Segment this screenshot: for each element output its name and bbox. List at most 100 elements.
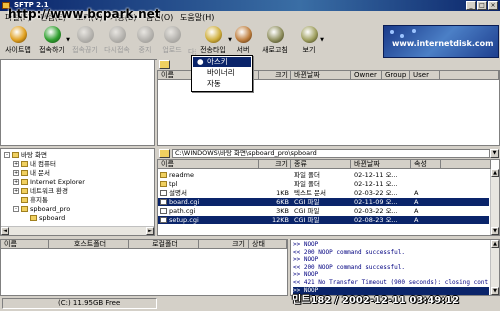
expand-icon[interactable]: + [13, 170, 19, 176]
local-col-attr[interactable]: 속성 [411, 160, 441, 169]
horizontal-scrollbar[interactable]: ◄ ► [1, 226, 154, 235]
queue-col-name[interactable]: 이름 [1, 240, 49, 249]
scroll-up-icon[interactable]: ▲ [491, 240, 499, 248]
vertical-scrollbar[interactable]: ▲ ▼ [490, 169, 499, 235]
tree-item-label: Internet Explorer [30, 178, 85, 186]
connect-button[interactable]: 접속하기 ▼ [36, 23, 70, 59]
file-date-cell: 02-03-22 오... [354, 189, 398, 197]
file-date-cell: 02-08-23 오... [354, 216, 398, 224]
log-pane[interactable]: >> NOOP << 200 NOOP command successful. >>… [290, 239, 500, 296]
local-col-type[interactable]: 종류 [291, 160, 351, 169]
folder-icon [160, 181, 167, 187]
remote-col-date[interactable]: 바뀐날짜 [291, 71, 351, 80]
local-col-size[interactable]: 크기 [259, 160, 291, 169]
collapse-icon[interactable]: - [13, 206, 19, 212]
collapse-icon[interactable]: - [4, 152, 10, 158]
file-type-cell: CGI 파일 [294, 207, 320, 215]
folder-icon [30, 215, 37, 221]
file-size-cell: 3KB [276, 207, 289, 215]
transfer-type-button[interactable]: 전송타입 ▼ [196, 23, 232, 59]
vertical-scrollbar[interactable]: ▲ ▼ [490, 240, 499, 295]
local-col-name[interactable]: 이름 [158, 160, 259, 169]
tree-item[interactable]: spboard [22, 214, 65, 222]
view-button[interactable]: 보기 ▼ [296, 23, 324, 59]
menu-help[interactable]: 도움말(H) [180, 12, 214, 23]
local-tree-pane[interactable]: - 바탕 화면 + 내 컴퓨터 + 내 문서 + Internet Explorer + 네트워크… [0, 148, 155, 236]
file-icon [160, 217, 167, 223]
transfer-type-ascii[interactable]: ● 아스키 [193, 57, 251, 67]
stop-button[interactable]: 중지 [134, 23, 156, 59]
transfer-queue[interactable]: 이름 호스트폴더 로컬폴더 크기 상태 [0, 239, 288, 296]
file-attr-cell: A [414, 207, 419, 215]
tree-item[interactable]: + 내 문서 [13, 169, 50, 177]
banner-ad[interactable]: www.internetdisk.com [383, 25, 499, 58]
maximize-icon[interactable]: □ [477, 1, 487, 10]
reconnect-button[interactable]: 다시접속 [102, 23, 132, 59]
file-name-cell: readme [160, 171, 259, 179]
file-row[interactable]: tpl 파일 폴더 02-12-11 오... [158, 180, 489, 188]
file-row[interactable]: board.cgi 6KB CGI 파일 02-11-09 오... A [158, 198, 489, 206]
close-icon[interactable]: × [488, 1, 498, 10]
file-date-cell: 02-12-11 오... [354, 180, 398, 188]
local-file-list[interactable]: 이름 크기 종류 바뀐날짜 속성 readme 파일 폴더 02-12-11 오..… [157, 159, 500, 236]
checkmark-icon: ● [197, 57, 204, 66]
banner-text: www.internetdisk.com [392, 39, 494, 48]
refresh-button[interactable]: 새로고침 [258, 23, 292, 59]
folder-up-icon[interactable] [159, 149, 170, 158]
local-path-input[interactable]: C:\WINDOWS\바탕 화면\spboard_pro\spboard [172, 149, 490, 158]
server-button[interactable]: 서버 [232, 23, 254, 59]
expand-icon[interactable]: + [13, 188, 19, 194]
scroll-down-icon[interactable]: ▼ [491, 227, 499, 235]
file-size-cell: 1KB [276, 189, 289, 197]
file-attr-cell: A [414, 189, 419, 197]
scroll-down-icon[interactable]: ▼ [491, 287, 499, 295]
file-row[interactable]: setup.cgi 12KB CGI 파일 02-08-23 오... A [158, 216, 489, 224]
tree-item[interactable]: + Internet Explorer [13, 178, 85, 186]
transfer-type-icon [204, 26, 222, 43]
file-name-cell: 설명서 [160, 189, 259, 197]
timestamp-overlay: 민트182 / 2002-12-11 03:49:12 [292, 295, 460, 306]
file-row[interactable]: path.cgi 3KB CGI 파일 02-03-22 오... A [158, 207, 489, 215]
queue-col-local-folder[interactable]: 로컬폴더 [129, 240, 199, 249]
chevron-down-icon[interactable]: ▼ [490, 149, 499, 158]
remote-col-group[interactable]: Group [382, 71, 410, 80]
file-type-cell: 텍스트 문서 [294, 189, 326, 197]
sitemap-button[interactable]: 사이트맵 [2, 23, 34, 59]
local-col-date[interactable]: 바뀐날짜 [351, 160, 411, 169]
file-row[interactable]: 설명서 1KB 텍스트 문서 02-03-22 오... A [158, 189, 489, 197]
remote-tree-pane[interactable] [0, 59, 155, 146]
queue-col-host-folder[interactable]: 호스트폴더 [49, 240, 129, 249]
scroll-left-icon[interactable]: ◄ [1, 227, 9, 235]
folder-icon [21, 188, 28, 194]
tree-item-label: spboard_pro [30, 205, 71, 213]
local-path-bar: C:\WINDOWS\바탕 화면\spboard_pro\spboard ▼ [157, 148, 500, 159]
file-row[interactable]: readme 파일 폴더 02-12-11 오... [158, 171, 489, 179]
upload-button[interactable]: 업로드 [158, 23, 186, 59]
chevron-down-icon[interactable]: ▼ [320, 37, 324, 43]
view-icon [300, 26, 318, 43]
tree-item[interactable]: + 내 컴퓨터 [13, 160, 56, 168]
transfer-type-menu: ● 아스키 바이너리 자동 [191, 55, 253, 92]
transfer-type-binary[interactable]: 바이너리 [193, 68, 251, 78]
remote-col-user[interactable]: User [410, 71, 440, 80]
remote-col-owner[interactable]: Owner [351, 71, 382, 80]
upload-icon [163, 26, 181, 43]
tree-item[interactable]: + 네트워크 환경 [13, 187, 68, 195]
tree-item[interactable]: 휴지통 [13, 196, 48, 204]
folder-up-icon[interactable] [159, 60, 170, 69]
download-button[interactable]: 다운로드 [188, 23, 196, 59]
queue-col-status[interactable]: 상태 [249, 240, 287, 249]
scroll-right-icon[interactable]: ► [146, 227, 154, 235]
tree-item[interactable]: - 바탕 화면 [4, 151, 47, 159]
file-type-cell: CGI 파일 [294, 198, 320, 206]
minimize-icon[interactable]: _ [466, 1, 476, 10]
tree-item[interactable]: - spboard_pro [13, 205, 70, 213]
scroll-up-icon[interactable]: ▲ [491, 169, 499, 177]
disconnect-button[interactable]: 접속끊기 [70, 23, 100, 59]
expand-icon[interactable]: + [13, 161, 19, 167]
file-type-cell: CGI 파일 [294, 216, 320, 224]
expand-icon[interactable]: + [13, 179, 19, 185]
transfer-type-auto[interactable]: 자동 [193, 79, 251, 89]
remote-col-size[interactable]: 크기 [259, 71, 291, 80]
queue-col-size[interactable]: 크기 [199, 240, 249, 249]
